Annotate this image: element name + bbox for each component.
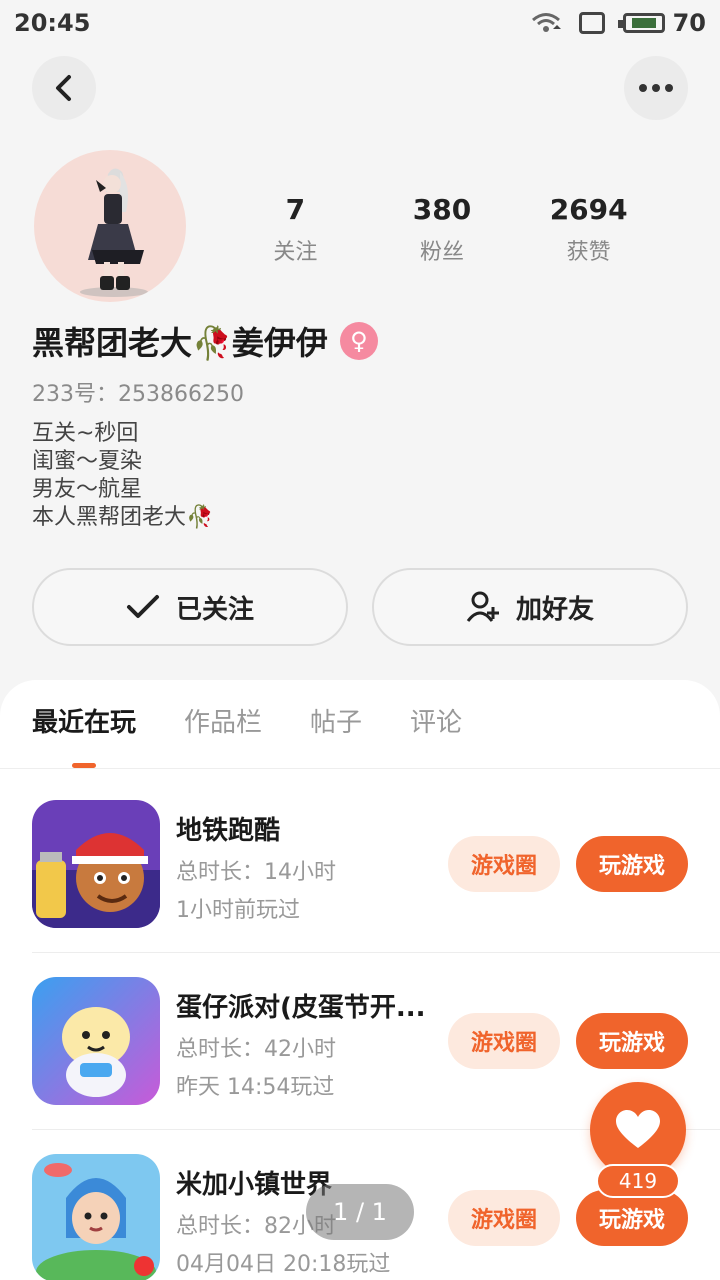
tab-comments[interactable]: 评论 [410, 700, 462, 768]
tab-posts[interactable]: 帖子 [310, 700, 362, 768]
divider [0, 768, 720, 769]
divider [32, 952, 720, 953]
like-count: 419 [596, 1164, 680, 1198]
battery-level: 70 [672, 9, 706, 37]
game-title: 蛋仔派对(皮蛋节开... [176, 993, 426, 1023]
stat-label: 粉丝 [420, 240, 465, 265]
game-circle-button[interactable]: 游戏圈 [448, 1013, 560, 1069]
bio-line: 互关~秒回 [32, 421, 139, 446]
stat-following[interactable]: 7 关注 [222, 192, 369, 266]
eggy-party-icon [32, 977, 160, 1105]
play-game-button[interactable]: 玩游戏 [576, 1190, 688, 1246]
avatar-figure-image [80, 168, 148, 297]
subway-surfers-icon [32, 800, 160, 928]
battery-icon [617, 13, 665, 33]
chevron-left-icon [56, 75, 71, 101]
game-duration: 总时长：42小时 [176, 1037, 336, 1062]
profile-stats: 7 关注 380 粉丝 2694 获赞 [222, 192, 662, 266]
add-user-icon [466, 591, 499, 622]
name-row: 黑帮团老大🥀姜伊伊 ♀ [32, 318, 378, 364]
tab-recent-playing[interactable]: 最近在玩 [32, 700, 136, 768]
bio-line: 本人黑帮团老大🥀 [32, 505, 214, 530]
bio: 互关~秒回 闺蜜～夏染 男友～航星 本人黑帮团老大🥀 [32, 420, 213, 532]
stat-likes[interactable]: 2694 获赞 [515, 192, 662, 266]
add-friend-label: 加好友 [515, 594, 594, 625]
heart-icon [616, 1110, 660, 1148]
stat-value: 380 [412, 193, 472, 226]
stat-followers[interactable]: 380 粉丝 [369, 192, 516, 266]
play-game-button[interactable]: 玩游戏 [576, 1013, 688, 1069]
game-duration: 总时长：14小时 [176, 860, 336, 885]
back-button[interactable] [32, 56, 96, 120]
profile-name: 黑帮团老大🥀姜伊伊 [32, 324, 328, 362]
followed-label: 已关注 [175, 594, 254, 625]
bio-line: 闺蜜～夏染 [32, 449, 143, 474]
stat-value: 2694 [549, 193, 628, 226]
screen-icon [578, 12, 605, 34]
status-bar: 20:45 70 [0, 0, 720, 46]
user-id: 233号：253866250 [32, 382, 244, 407]
play-game-button[interactable]: 玩游戏 [576, 836, 688, 892]
game-circle-button[interactable]: 游戏圈 [448, 836, 560, 892]
status-time: 20:45 [14, 9, 91, 37]
game-item[interactable]: 地铁跑酷 总时长：14小时 1小时前玩过 游戏圈 玩游戏 [32, 800, 720, 978]
add-friend-button[interactable]: 加好友 [372, 568, 688, 646]
more-button[interactable] [624, 56, 688, 120]
stat-label: 关注 [273, 240, 318, 265]
tab-bar: 最近在玩 作品栏 帖子 评论 [0, 700, 720, 768]
check-icon [126, 595, 159, 618]
miga-town-icon [32, 1154, 160, 1280]
page-indicator: 1 / 1 [306, 1184, 414, 1240]
stat-label: 获赞 [566, 240, 611, 265]
game-last-played: 昨天 14:54玩过 [176, 1075, 335, 1100]
game-last-played: 04月04日 20:18玩过 [176, 1252, 391, 1277]
stat-value: 7 [285, 193, 306, 226]
female-icon: ♀ [339, 322, 378, 360]
game-title: 地铁跑酷 [176, 816, 281, 846]
game-circle-button[interactable]: 游戏圈 [448, 1190, 560, 1246]
followed-button[interactable]: 已关注 [32, 568, 348, 646]
wifi-icon [531, 13, 561, 32]
avatar[interactable] [34, 150, 186, 302]
tab-works[interactable]: 作品栏 [184, 700, 262, 768]
more-dots-icon [639, 84, 673, 92]
game-last-played: 1小时前玩过 [176, 898, 300, 923]
bio-line: 男友～航星 [32, 477, 143, 502]
